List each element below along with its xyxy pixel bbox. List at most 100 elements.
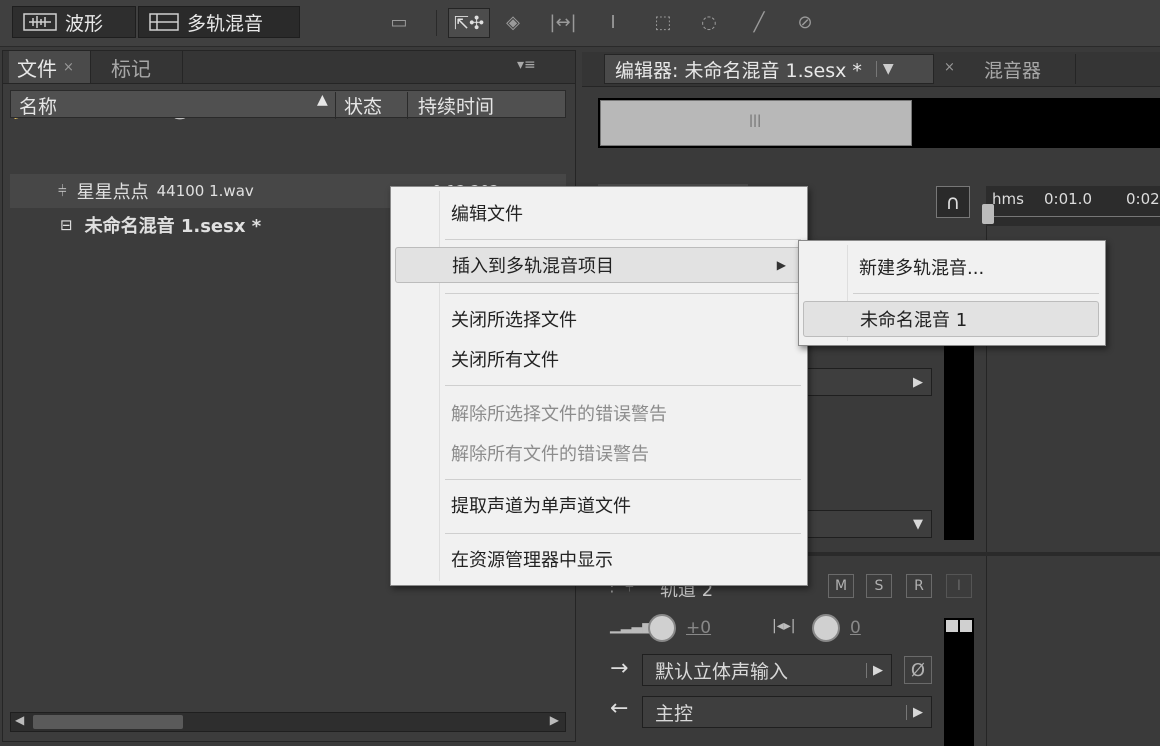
brush-tool-button[interactable]: ╱: [744, 8, 774, 36]
menu-item-reveal-explorer[interactable]: 在资源管理器中显示: [391, 541, 807, 577]
menu-item-label: 解除所选择文件的错误警告: [451, 404, 667, 425]
input-monitor-button[interactable]: I: [946, 574, 972, 598]
pan-value[interactable]: 0: [850, 618, 861, 638]
menu-item-clear-selected-errors: 解除所选择文件的错误警告: [391, 395, 807, 431]
rectangle-icon: ▭: [390, 11, 408, 33]
files-horizontal-scrollbar[interactable]: ◀ ▶: [10, 712, 566, 732]
context-menu: 编辑文件 插入到多轨混音项目 ▶ 关闭所选择文件 关闭所有文件 解除所选择文件的…: [390, 186, 808, 586]
menu-item-edit-file[interactable]: 编辑文件: [391, 195, 807, 231]
track1-output-field[interactable]: ▼: [800, 510, 932, 538]
i-beam-icon: I: [610, 11, 616, 33]
marquee-tool-button[interactable]: ⬚: [648, 8, 678, 36]
chevron-right-icon: ▶: [906, 704, 923, 720]
track1-level-meter: [944, 344, 974, 540]
tab-markers-label: 标记: [111, 56, 151, 81]
track2-input-value: 默认立体声输入: [655, 660, 789, 683]
move-tool-button[interactable]: ⇱✣: [448, 8, 490, 38]
files-table-header: 名称 ▲ 状态 持续时间: [10, 90, 566, 119]
menu-item-label: 提取声道为单声道文件: [451, 496, 631, 517]
track1-input-field[interactable]: ▶: [800, 368, 932, 396]
menu-item-label: 未命名混音 1: [860, 310, 968, 331]
slip-tool-button[interactable]: |↔|: [548, 8, 578, 36]
menu-item-clear-all-errors: 解除所有文件的错误警告: [391, 435, 807, 471]
menu-separator: [445, 533, 801, 534]
meter-clip-indicator: [946, 620, 958, 632]
pan-knob[interactable]: [812, 614, 840, 642]
column-name[interactable]: 名称: [19, 92, 57, 119]
menu-item-new-multitrack[interactable]: 新建多轨混音...: [799, 249, 1105, 285]
menu-item-label: 新建多轨混音...: [859, 258, 985, 279]
solo-button[interactable]: S: [866, 574, 892, 598]
brush-icon: ╱: [753, 11, 765, 33]
close-icon[interactable]: ×: [63, 60, 74, 75]
tab-editor[interactable]: 编辑器: 未命名混音 1.sesx * ▼: [604, 54, 934, 84]
tab-mixer[interactable]: 混音器: [970, 54, 1076, 84]
time-selection-tool-button[interactable]: I: [598, 8, 628, 36]
magnet-icon: ∩: [945, 190, 961, 214]
track2-output-select[interactable]: 主控 ▶: [642, 696, 932, 728]
multitrack-mode-label: 多轨混音: [187, 12, 264, 35]
chevron-right-icon: ▶: [776, 258, 786, 272]
menu-item-extract-channels[interactable]: 提取声道为单声道文件: [391, 487, 807, 523]
multitrack-mode-button[interactable]: 多轨混音: [138, 6, 300, 38]
menu-separator: [445, 293, 801, 294]
chevron-down-icon[interactable]: ▼: [875, 61, 894, 77]
track2-level-meter: [944, 618, 974, 746]
files-panel-tabbar: 文件 × 标记 ▾≡: [3, 51, 575, 84]
track2-input-select[interactable]: 默认立体声输入 ▶: [642, 654, 892, 686]
menu-item-close-selected[interactable]: 关闭所选择文件: [391, 301, 807, 337]
menu-item-label: 插入到多轨混音项目: [452, 256, 614, 277]
panel-menu-icon[interactable]: ▾≡: [517, 57, 536, 73]
file-name: 未命名混音 1.sesx *: [84, 216, 262, 237]
column-duration[interactable]: 持续时间: [407, 92, 494, 119]
spectral-display-button[interactable]: ▭: [384, 8, 414, 36]
sort-asc-icon: ▲: [317, 92, 328, 108]
razor-tool-button[interactable]: ◈: [498, 8, 528, 36]
menu-separator: [445, 385, 801, 386]
healing-tool-button[interactable]: ⊘: [790, 8, 820, 36]
top-toolbar: 波形 多轨混音 ▭ ⇱✣ ◈ |↔| I ⬚ ◌ ╱ ⊘: [0, 0, 1160, 47]
chevron-right-icon: ▶: [866, 662, 883, 678]
mute-button[interactable]: M: [828, 574, 854, 598]
snap-magnet-button[interactable]: ∩: [936, 186, 970, 218]
waveform-mode-button[interactable]: 波形: [12, 6, 136, 38]
scroll-left-icon[interactable]: ◀: [15, 713, 24, 727]
overview-scroll-thumb[interactable]: |||: [600, 100, 912, 146]
chevron-down-icon: ▼: [913, 516, 923, 532]
tab-markers[interactable]: 标记: [103, 51, 183, 83]
column-status[interactable]: 状态: [335, 92, 382, 119]
tab-files-label: 文件: [17, 56, 57, 81]
grip-icon: |||: [749, 113, 762, 127]
menu-item-label: 关闭所有文件: [451, 350, 559, 371]
volume-value[interactable]: +0: [686, 618, 711, 638]
menu-item-insert-multitrack[interactable]: 插入到多轨混音项目 ▶: [395, 247, 801, 283]
move-cursor-icon: ⇱✣: [453, 12, 485, 34]
menu-item-untitled-mix[interactable]: 未命名混音 1: [803, 301, 1099, 337]
phase-invert-button[interactable]: Ø: [904, 656, 932, 684]
toolbar-divider: [436, 10, 437, 36]
tab-files[interactable]: 文件 ×: [9, 51, 91, 83]
menu-separator: [853, 293, 1099, 294]
ruler-unit: hms: [992, 190, 1024, 208]
waveform-file-icon: ⫩: [58, 182, 67, 200]
scrollbar-thumb[interactable]: [33, 715, 183, 729]
meter-clip-indicator: [960, 620, 972, 632]
menu-item-label: 在资源管理器中显示: [451, 550, 613, 571]
menu-separator: [445, 479, 801, 480]
playhead-icon[interactable]: [982, 204, 994, 224]
lasso-icon: ◌: [701, 11, 717, 33]
session-file-icon: ⊟: [60, 216, 73, 234]
time-ruler[interactable]: hms 0:01.0 0:02: [982, 186, 1160, 226]
waveform-mode-label: 波形: [65, 12, 104, 35]
menu-item-label: 编辑文件: [451, 204, 523, 225]
scroll-right-icon[interactable]: ▶: [550, 713, 559, 727]
ruler-tick-label: 0:02: [1126, 190, 1160, 208]
menu-item-label: 关闭所选择文件: [451, 310, 577, 331]
multitrack-icon: [149, 13, 179, 31]
menu-item-close-all[interactable]: 关闭所有文件: [391, 341, 807, 377]
close-icon[interactable]: ×: [944, 60, 955, 75]
volume-knob[interactable]: [648, 614, 676, 642]
record-arm-button[interactable]: R: [906, 574, 932, 598]
waveform-icon: [23, 13, 57, 31]
lasso-tool-button[interactable]: ◌: [694, 8, 724, 36]
